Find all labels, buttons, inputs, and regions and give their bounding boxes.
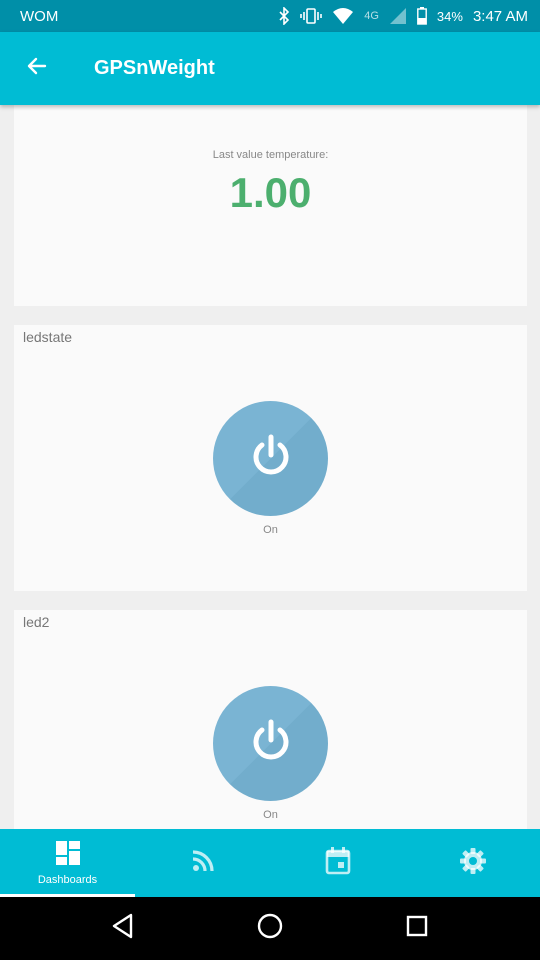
system-navigation-bar: [0, 897, 540, 960]
power-icon: [248, 433, 294, 484]
system-home-button[interactable]: [240, 899, 300, 959]
system-recents-button[interactable]: [387, 899, 447, 959]
square-recents-icon: [406, 915, 428, 942]
battery-icon: [417, 7, 427, 25]
system-back-button[interactable]: [93, 899, 153, 959]
dashboard-content[interactable]: Last value temperature: 1.00 ledstate On…: [0, 105, 540, 829]
ledstate-power-button[interactable]: [213, 401, 328, 516]
back-button[interactable]: [0, 32, 74, 105]
temperature-label: Last value temperature:: [212, 149, 329, 161]
ledstate-state-label: On: [263, 524, 278, 536]
led2-power-button[interactable]: [213, 686, 328, 801]
settings-gear-icon: [459, 847, 487, 880]
power-icon: [248, 718, 294, 769]
ledstate-widget: ledstate On: [14, 325, 527, 591]
rss-feed-icon: [190, 848, 216, 879]
temperature-value: 1.00: [229, 169, 312, 216]
clock: 3:47 AM: [472, 7, 528, 25]
nav-dashboards[interactable]: Dashboards: [0, 829, 135, 897]
calendar-event-icon: [325, 846, 351, 880]
led2-state-label: On: [263, 809, 278, 821]
arrow-back-icon: [25, 54, 49, 83]
bottom-navigation: Dashboards: [0, 829, 540, 897]
network-type: 4G: [364, 10, 379, 22]
signal-icon: [389, 7, 407, 25]
nav-events[interactable]: [270, 829, 405, 897]
dashboard-icon: [55, 840, 81, 871]
nav-label: Dashboards: [37, 874, 98, 886]
triangle-back-icon: [111, 913, 135, 944]
nav-settings[interactable]: [405, 829, 540, 897]
wifi-icon: [332, 7, 354, 25]
battery-percent: 34%: [436, 8, 463, 24]
bluetooth-icon: [278, 7, 290, 25]
app-bar: GPSnWeight: [0, 32, 540, 105]
carrier-name: WOM: [20, 7, 59, 25]
page-title: GPSnWeight: [94, 57, 215, 79]
widget-title: led2: [23, 614, 50, 630]
status-bar: WOM 4G 34% 3:47 AM: [0, 0, 540, 32]
circle-home-icon: [257, 913, 283, 944]
led2-widget: led2 On: [14, 610, 527, 829]
nav-feeds[interactable]: [135, 829, 270, 897]
temperature-widget: Last value temperature: 1.00: [14, 105, 527, 306]
vibrate-icon: [300, 7, 323, 25]
widget-title: ledstate: [23, 329, 73, 345]
